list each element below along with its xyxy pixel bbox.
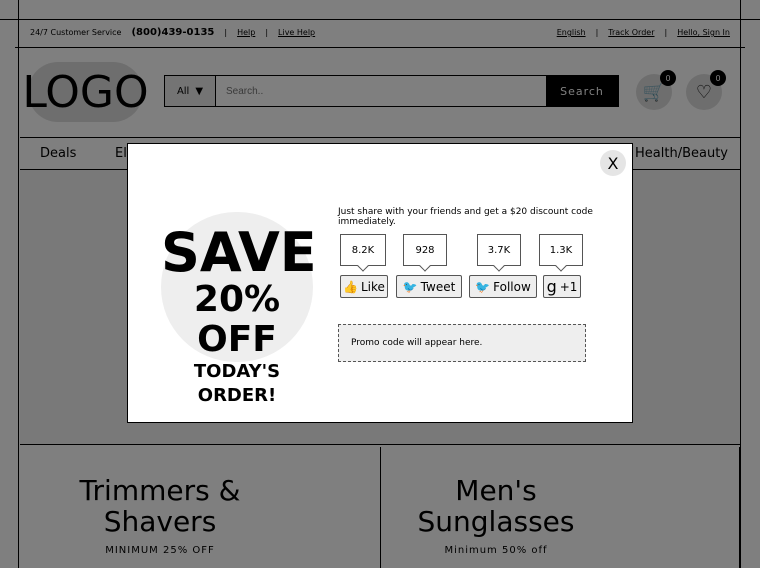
save-line-3: TODAY'S ORDER! <box>193 361 281 406</box>
follow-count: 3.7K <box>477 234 521 266</box>
save-badge: SAVE 20% OFF TODAY'S ORDER! <box>161 212 317 406</box>
close-icon: X <box>607 153 619 173</box>
share-instructions: Just share with your friends and get a $… <box>338 207 593 227</box>
tweet-label: Tweet <box>420 279 456 294</box>
follow-label: Follow <box>493 279 531 294</box>
plusone-label: +1 <box>559 279 578 294</box>
thumbs-up-icon: 👍 <box>343 279 358 294</box>
plusone-count: 1.3K <box>539 234 583 266</box>
share-discount-modal: X SAVE 20% OFF TODAY'S ORDER! Just share… <box>127 143 633 423</box>
like-label: Like <box>361 279 385 294</box>
plusone-button[interactable]: g +1 <box>543 275 581 298</box>
tweet-button[interactable]: 🐦 Tweet <box>396 275 462 298</box>
close-button[interactable]: X <box>600 150 626 176</box>
promo-code-field[interactable]: Promo code will appear here. <box>338 324 586 362</box>
like-button[interactable]: 👍 Like <box>340 275 388 298</box>
like-count: 8.2K <box>340 234 386 266</box>
save-line-1: SAVE <box>161 221 317 284</box>
save-line-2: 20% OFF <box>193 279 281 360</box>
follow-button[interactable]: 🐦 Follow <box>469 275 537 298</box>
twitter-bird-icon: 🐦 <box>475 279 491 294</box>
twitter-bird-icon: 🐦 <box>402 279 418 294</box>
google-g-icon: g <box>546 277 557 296</box>
tweet-count: 928 <box>403 234 447 266</box>
